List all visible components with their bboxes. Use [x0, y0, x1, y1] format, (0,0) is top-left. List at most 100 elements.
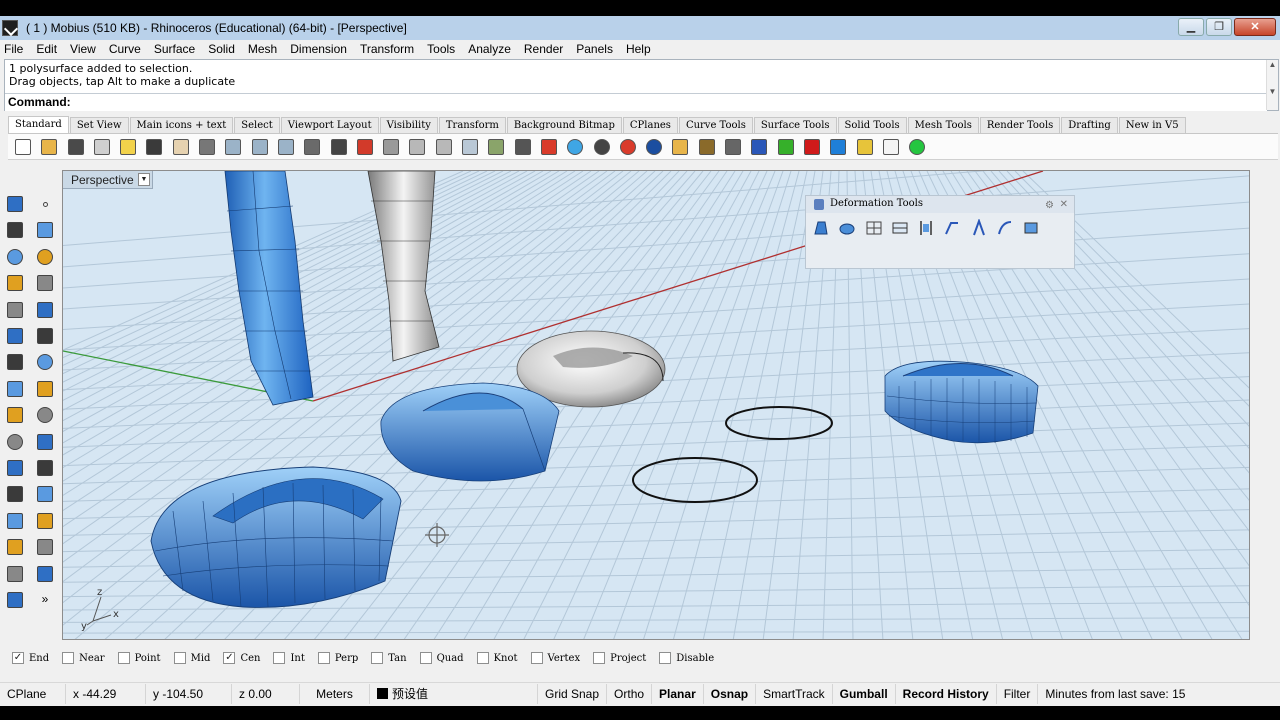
minimize-button[interactable]: ▁	[1178, 18, 1204, 36]
lock-button[interactable]	[512, 136, 534, 158]
gumball-button[interactable]	[34, 404, 56, 426]
osnap-toggle[interactable]: Osnap	[704, 683, 757, 704]
cage-edit-button[interactable]	[863, 217, 885, 239]
osnap-checkbox[interactable]	[476, 652, 489, 664]
deformation-toolbar-header[interactable]: Deformation Tools ⚙ ✕	[806, 196, 1074, 213]
bend-tool-button[interactable]	[810, 217, 832, 239]
circle-curve-1[interactable]	[725, 406, 833, 440]
tab-set-view[interactable]: Set View	[69, 117, 129, 133]
trim-button[interactable]	[4, 457, 26, 479]
command-scrollbar[interactable]: ▲ ▼	[1266, 60, 1278, 110]
osnap-checkbox[interactable]	[593, 652, 606, 664]
menu-edit[interactable]: Edit	[36, 42, 57, 56]
osnap-near[interactable]: Near	[62, 652, 105, 664]
osnap-checkbox[interactable]	[173, 652, 186, 664]
color-wheel-button[interactable]	[564, 136, 586, 158]
tab-viewport-layout[interactable]: Viewport Layout	[280, 117, 379, 133]
osnap-quad[interactable]: Quad	[419, 652, 464, 664]
zoom-button[interactable]	[222, 136, 244, 158]
tab-standard[interactable]: Standard	[8, 116, 69, 133]
osnap-int[interactable]: Int	[273, 652, 305, 664]
twisted-blue-column[interactable]	[224, 171, 314, 406]
dimension-button[interactable]	[722, 136, 744, 158]
tab-background-bitmap[interactable]: Background Bitmap	[506, 117, 622, 133]
title-bar[interactable]: ( 1 ) Mobius (510 KB) - Rhinoceros (Educ…	[0, 16, 1280, 40]
taper-tool-button[interactable]	[915, 217, 937, 239]
osnap-checkbox[interactable]	[117, 652, 130, 664]
ortho-toggle[interactable]: Ortho	[607, 683, 653, 704]
dimension-tool-button[interactable]	[34, 431, 56, 453]
grid-snap-toggle[interactable]: Grid Snap	[538, 683, 608, 704]
osnap-cen[interactable]: ✓ Cen	[223, 652, 260, 664]
solid-edit-button[interactable]	[34, 378, 56, 400]
select-filter-button[interactable]	[485, 136, 507, 158]
paste-button[interactable]	[117, 136, 139, 158]
rotate-view-button[interactable]	[301, 136, 323, 158]
zoom-window-button[interactable]	[249, 136, 271, 158]
text-button[interactable]	[4, 483, 26, 505]
osnap-checkbox[interactable]: ✓	[223, 652, 236, 664]
render-box-button[interactable]	[4, 536, 26, 558]
tab-visibility[interactable]: Visibility	[379, 117, 438, 133]
menu-transform[interactable]: Transform	[360, 42, 414, 56]
toolbar-close-icon[interactable]: ✕	[1060, 197, 1068, 213]
tab-transform[interactable]: Transform	[438, 117, 506, 133]
menu-tools[interactable]: Tools	[427, 42, 455, 56]
osnap-end[interactable]: ✓ End	[12, 652, 49, 664]
menu-mesh[interactable]: Mesh	[248, 42, 277, 56]
flow-along-surface-button[interactable]	[836, 217, 858, 239]
osnap-checkbox[interactable]	[317, 652, 330, 664]
cplane-indicator[interactable]: CPlane	[0, 683, 66, 704]
help-button[interactable]	[748, 136, 770, 158]
command-prompt[interactable]: Command:	[5, 93, 1267, 111]
menu-panels[interactable]: Panels	[576, 42, 613, 56]
tab-cplanes[interactable]: CPlanes	[622, 117, 678, 133]
stretch-tool-button[interactable]	[889, 217, 911, 239]
tab-mesh-tools[interactable]: Mesh Tools	[907, 117, 979, 133]
point-edit-button[interactable]	[34, 483, 56, 505]
filter-toggle[interactable]: Filter	[997, 683, 1039, 704]
pan-hand-button[interactable]	[170, 136, 192, 158]
ellipse-button[interactable]	[34, 246, 56, 268]
drafting-button[interactable]	[4, 589, 26, 611]
tab-new-in-v5[interactable]: New in V5	[1118, 117, 1186, 133]
split-button[interactable]	[34, 457, 56, 479]
close-button[interactable]: ✕	[1234, 18, 1276, 36]
menu-render[interactable]: Render	[524, 42, 563, 56]
osnap-project[interactable]: Project	[593, 652, 646, 664]
array-button[interactable]	[34, 510, 56, 532]
save-button[interactable]	[65, 136, 87, 158]
rhino-app-icon[interactable]	[2, 20, 18, 36]
print-button[interactable]	[91, 136, 113, 158]
blue-tool-button[interactable]	[827, 136, 849, 158]
osnap-checkbox[interactable]	[659, 652, 672, 664]
globe-button[interactable]	[643, 136, 665, 158]
curvature-button[interactable]	[34, 563, 56, 585]
menu-analyze[interactable]: Analyze	[468, 42, 511, 56]
planar-toggle[interactable]: Planar	[652, 683, 704, 704]
green-dot-button[interactable]	[906, 136, 928, 158]
smarttrack-toggle[interactable]: SmartTrack	[756, 683, 833, 704]
grey-twisted-column[interactable]	[367, 171, 440, 362]
blue-mobius-surface-middle[interactable]	[380, 382, 560, 482]
tab-drafting[interactable]: Drafting	[1061, 117, 1118, 133]
osnap-mid[interactable]: Mid	[173, 652, 210, 664]
menu-help[interactable]: Help	[626, 42, 651, 56]
blue-mobius-mesh-right[interactable]	[884, 360, 1039, 444]
menu-dimension[interactable]: Dimension	[290, 42, 347, 56]
render-sphere-button[interactable]	[591, 136, 613, 158]
tab-render-tools[interactable]: Render Tools	[979, 117, 1061, 133]
osnap-knot[interactable]: Knot	[476, 652, 518, 664]
circle-button[interactable]	[4, 246, 26, 268]
maximize-button[interactable]: ❐	[1206, 18, 1232, 36]
cylinder-button[interactable]	[4, 378, 26, 400]
splop-tool-button[interactable]	[994, 217, 1016, 239]
zoom-selected-button[interactable]	[406, 136, 428, 158]
extrude-surface-button[interactable]	[34, 325, 56, 347]
mesh-button[interactable]	[4, 404, 26, 426]
undo-button[interactable]	[143, 136, 165, 158]
select-arrow-button[interactable]	[4, 193, 26, 215]
light-bulb-button[interactable]	[459, 136, 481, 158]
block-button[interactable]	[4, 510, 26, 532]
green-tool-button[interactable]	[775, 136, 797, 158]
